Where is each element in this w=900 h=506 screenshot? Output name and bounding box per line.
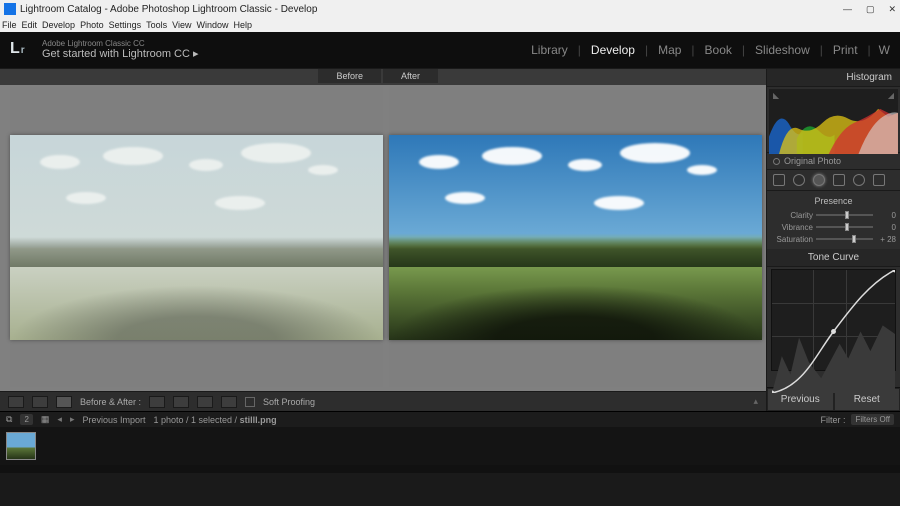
selection-info: 1 photo / 1 selected / stilll.png (154, 415, 277, 425)
grid-icon[interactable]: ▦ (41, 414, 50, 425)
menu-tools[interactable]: Tools (146, 20, 167, 30)
local-adjust-toolstrip (767, 170, 900, 191)
filmstrip[interactable] (0, 427, 900, 465)
before-label: Before (318, 69, 381, 83)
window-minimize-button[interactable]: — (843, 4, 852, 15)
source-label[interactable]: Previous Import (82, 415, 145, 425)
original-photo-toggle-icon[interactable] (773, 158, 780, 165)
window-close-button[interactable]: ✕ (888, 4, 896, 15)
histogram[interactable]: ◣ ◢ (769, 89, 898, 152)
tone-curve-panel: Channel : RGB (767, 267, 900, 387)
menu-bar: File Edit Develop Photo Settings Tools V… (0, 18, 900, 32)
window-title-bar: Lightroom Catalog - Adobe Photoshop Ligh… (0, 0, 900, 18)
tone-curve-svg (772, 270, 895, 393)
radial-filter-tool[interactable] (853, 174, 865, 186)
module-book[interactable]: Book (703, 43, 734, 57)
window-maximize-button[interactable]: ▢ (866, 4, 875, 15)
original-photo-row[interactable]: Original Photo (767, 152, 900, 170)
filmstrip-count-badge[interactable]: 2 (20, 414, 32, 425)
ba-layout-split-v-button[interactable] (221, 396, 237, 408)
compare-view: Before After (0, 69, 766, 411)
after-photo (389, 135, 762, 340)
filmstrip-thumbnail[interactable] (6, 432, 36, 460)
nav-back-icon[interactable]: ◂ (57, 414, 62, 425)
soft-proofing-checkbox[interactable] (245, 397, 255, 407)
product-line: Adobe Lightroom Classic CC (42, 40, 199, 49)
module-develop[interactable]: Develop (589, 43, 637, 57)
module-overflow[interactable]: W (879, 43, 890, 57)
second-monitor-icon[interactable]: ⧉ (6, 414, 12, 425)
histogram-header[interactable]: Histogram (767, 69, 900, 87)
soft-proofing-label: Soft Proofing (263, 397, 315, 407)
ba-layout-split-h-button[interactable] (197, 396, 213, 408)
before-photo (10, 135, 383, 340)
menu-photo[interactable]: Photo (80, 20, 104, 30)
develop-toolbar: Before & After : Soft Proofing ▴ (0, 391, 766, 411)
menu-view[interactable]: View (172, 20, 191, 30)
redeye-tool[interactable] (813, 174, 825, 186)
horizontal-scrollbar[interactable] (0, 465, 900, 473)
module-map[interactable]: Map (656, 43, 683, 57)
menu-window[interactable]: Window (197, 20, 229, 30)
brush-tool[interactable] (873, 174, 885, 186)
menu-file[interactable]: File (2, 20, 17, 30)
loupe-view-button[interactable] (8, 396, 24, 408)
right-panel: Histogram ◣ ◢ Original Photo Presence (766, 69, 900, 411)
clarity-slider[interactable]: Clarity 0 (771, 209, 896, 221)
window-title: Lightroom Catalog - Adobe Photoshop Ligh… (20, 4, 843, 15)
before-after-label: Before & After : (80, 397, 141, 407)
module-library[interactable]: Library (529, 43, 570, 57)
original-photo-label: Original Photo (784, 156, 841, 166)
filmstrip-header: ⧉ 2 ▦ ◂ ▸ Previous Import 1 photo / 1 se… (0, 411, 900, 427)
module-slideshow[interactable]: Slideshow (753, 43, 812, 57)
work-area: Before After (0, 69, 900, 411)
menu-settings[interactable]: Settings (109, 20, 142, 30)
after-label: After (383, 69, 438, 83)
module-picker: Library| Develop| Map| Book| Slideshow| … (529, 32, 890, 68)
toolbar-collapse-icon[interactable]: ▴ (753, 396, 758, 407)
tone-curve-header[interactable]: Tone Curve (767, 249, 900, 267)
tone-curve-graph[interactable] (771, 269, 896, 371)
saturation-slider[interactable]: Saturation + 28 (771, 233, 896, 245)
grad-filter-tool[interactable] (833, 174, 845, 186)
lightroom-logo: Lr (10, 40, 32, 60)
module-print[interactable]: Print (831, 43, 860, 57)
app-icon (4, 3, 16, 15)
before-pane[interactable] (10, 87, 383, 387)
ba-layout-lr-button[interactable] (149, 396, 165, 408)
filename: stilll.png (240, 415, 277, 425)
compare-view-button[interactable] (32, 396, 48, 408)
filter-dropdown[interactable]: Filters Off (851, 414, 894, 425)
menu-help[interactable]: Help (234, 20, 253, 30)
spot-tool[interactable] (793, 174, 805, 186)
vibrance-slider[interactable]: Vibrance 0 (771, 221, 896, 233)
crop-tool[interactable] (773, 174, 785, 186)
presence-sliders: Clarity 0 Vibrance 0 Saturation + 28 (767, 209, 900, 249)
ba-layout-tb-button[interactable] (173, 396, 189, 408)
nav-fwd-icon[interactable]: ▸ (70, 414, 75, 425)
before-after-view-button[interactable] (56, 396, 72, 408)
presence-header: Presence (767, 191, 900, 209)
menu-develop[interactable]: Develop (42, 20, 75, 30)
menu-edit[interactable]: Edit (22, 20, 38, 30)
lightroom-header: Lr Adobe Lightroom Classic CC Get starte… (0, 32, 900, 68)
histogram-svg (769, 89, 898, 154)
after-pane[interactable] (389, 87, 762, 387)
filter-label: Filter : (820, 415, 845, 425)
get-started-link[interactable]: Get started with Lightroom CC ▸ (42, 48, 199, 60)
